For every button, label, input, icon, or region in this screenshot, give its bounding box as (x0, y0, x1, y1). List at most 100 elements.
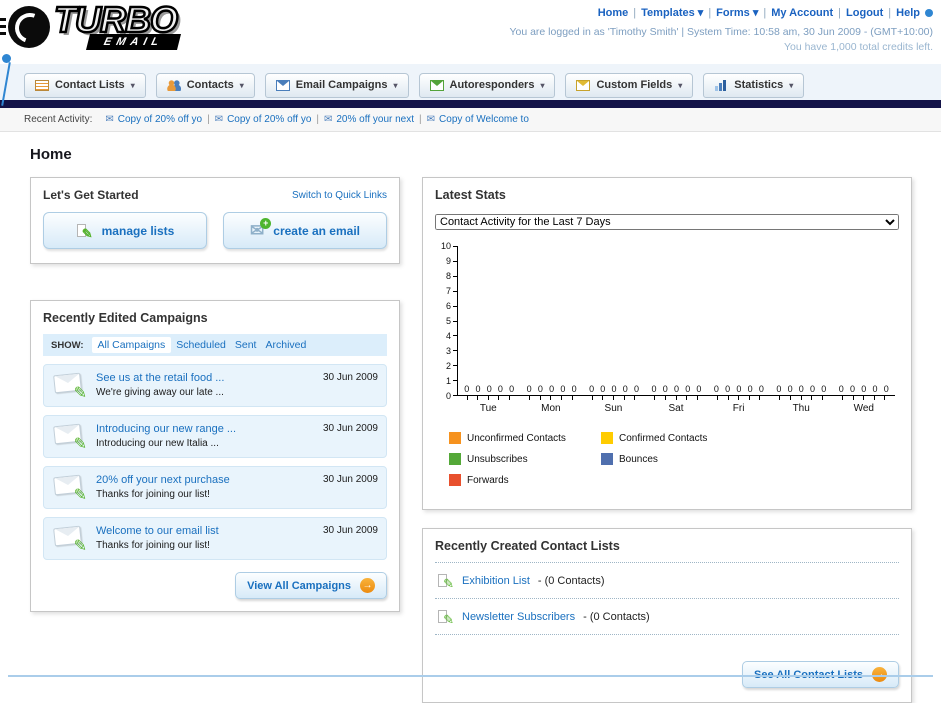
nav-tab-contact-lists[interactable]: Contact Lists ▾ (24, 73, 146, 98)
bar-value-label: 0 (589, 384, 595, 394)
filter-scheduled[interactable]: Scheduled (176, 339, 226, 351)
top-nav: Home | Templates ▾ | Forms ▾ | My Account | Logo… (509, 6, 933, 19)
legend-item: Bounces (601, 453, 753, 465)
recent-activity-item[interactable]: ✉ Copy of 20% off yo (105, 114, 202, 125)
bar-value-label: 0 (475, 384, 481, 394)
recent-activity-link[interactable]: Copy of 20% off yo (227, 114, 311, 125)
y-axis-tick-label: 10 (440, 241, 451, 251)
x-axis-tick (842, 396, 844, 400)
separator: | (207, 114, 210, 125)
bar-value-label: 0 (883, 384, 889, 394)
y-axis-tick-label: 2 (445, 361, 451, 371)
campaign-title-link[interactable]: See us at the retail food ... (96, 372, 315, 384)
contact-lists-icon (35, 79, 49, 91)
separator: | (838, 7, 842, 19)
top-link-help[interactable]: Help (896, 7, 920, 19)
bar-value-label: 0 (758, 384, 764, 394)
campaign-filters: All Campaigns Scheduled Sent Archived (91, 337, 316, 353)
x-axis-tick (529, 396, 531, 400)
create-an-email-button[interactable]: ✉ + create an email (223, 212, 387, 249)
bar-value-label: 0 (849, 384, 855, 394)
turbo-swoosh-icon (0, 6, 50, 48)
bar-value-label: 0 (509, 384, 515, 394)
stats-filter-select[interactable]: Contact Activity for the Last 7 Days (435, 214, 899, 230)
button-label: manage lists (101, 223, 175, 238)
campaign-item[interactable]: ✎ See us at the retail food ... We're givi… (43, 364, 387, 407)
x-axis-tick (664, 396, 666, 400)
stats-icon (714, 79, 729, 91)
contact-list-item[interactable]: ✎ Exhibition List - (0 Contacts) (435, 563, 899, 599)
campaign-list: ✎ See us at the retail food ... We're givi… (43, 364, 387, 560)
campaign-item[interactable]: ✎ Introducing our new range ... Introducin… (43, 415, 387, 458)
separator: | (419, 114, 422, 125)
nav-tab-contacts[interactable]: Contacts ▾ (155, 73, 255, 98)
view-all-campaigns-button[interactable]: View All Campaigns → (235, 572, 387, 599)
recent-activity-link[interactable]: Copy of Welcome to (439, 114, 529, 125)
legend-swatch (601, 432, 613, 444)
recent-activity-item[interactable]: ✉ Copy of Welcome to (427, 114, 529, 125)
logo: TURBO EMAIL (0, 0, 182, 50)
button-label: create an email (273, 223, 360, 238)
recent-activity-item[interactable]: ✉ Copy of 20% off yo (215, 114, 312, 125)
contact-list-link[interactable]: Exhibition List (462, 575, 530, 587)
bar-group: 00000 (520, 384, 582, 394)
contact-list-link[interactable]: Newsletter Subscribers (462, 611, 575, 623)
x-axis-tick (852, 396, 854, 400)
recent-activity-link[interactable]: Copy of 20% off yo (118, 114, 202, 125)
x-axis-label: Sun (604, 403, 623, 414)
nav-tab-custom-fields[interactable]: Custom Fields ▾ (565, 73, 694, 98)
x-axis-tick (727, 396, 729, 400)
y-axis-tick-label: 3 (445, 346, 451, 356)
nav-tab-autoresponders[interactable]: Autoresponders ▾ (418, 73, 556, 98)
bar-value-label: 0 (486, 384, 492, 394)
envelope-pencil-icon: ✎ (52, 423, 88, 453)
x-axis-label: Mon (541, 403, 561, 414)
top-link-logout[interactable]: Logout (846, 7, 883, 19)
legend-label: Confirmed Contacts (619, 432, 708, 444)
campaign-item[interactable]: ✎ 20% off your next purchase Thanks for jo… (43, 466, 387, 509)
switch-quick-links-link[interactable]: Switch to Quick Links (292, 190, 387, 201)
contact-list-count: - (0 Contacts) (537, 574, 605, 587)
bar-group: 00000 (708, 384, 770, 394)
x-axis-tick (863, 396, 865, 400)
y-axis-tick (453, 365, 458, 367)
contact-list-item[interactable]: ✎ Newsletter Subscribers - (0 Contacts) (435, 599, 899, 635)
bar-value-label: 0 (838, 384, 844, 394)
campaign-subtitle: We're giving away our late ... (96, 387, 224, 398)
manage-lists-button[interactable]: ✎ manage lists (43, 212, 207, 249)
recent-activity-item[interactable]: ✉ 20% off your next (324, 114, 414, 125)
x-axis-tick (634, 396, 636, 400)
y-axis-tick (453, 335, 458, 337)
y-axis-tick (453, 246, 458, 247)
bar-value-label: 0 (651, 384, 657, 394)
top-link-my-account[interactable]: My Account (771, 7, 833, 19)
x-axis-tick (800, 396, 802, 400)
y-axis-tick-label: 7 (445, 286, 451, 296)
campaign-title-link[interactable]: 20% off your next purchase (96, 474, 315, 486)
campaign-title-link[interactable]: Welcome to our email list (96, 525, 315, 537)
nav-tab-email-campaigns[interactable]: Email Campaigns ▾ (264, 73, 409, 98)
recent-activity-label: Recent Activity: (24, 114, 93, 125)
recent-activity-link[interactable]: 20% off your next (336, 114, 414, 125)
campaign-title-link[interactable]: Introducing our new range ... (96, 423, 315, 435)
filter-archived[interactable]: Archived (265, 339, 306, 351)
top-link-home[interactable]: Home (598, 7, 629, 19)
arrow-right-icon: → (360, 578, 375, 593)
x-axis-tick (623, 396, 625, 400)
bar-value-label: 0 (526, 384, 532, 394)
x-axis-label: Thu (792, 403, 810, 414)
bar-value-label: 0 (549, 384, 555, 394)
header-right: Home | Templates ▾ | Forms ▾ | My Account | Logo… (509, 6, 933, 53)
filter-all-campaigns[interactable]: All Campaigns (91, 337, 172, 353)
filter-sent[interactable]: Sent (235, 339, 257, 351)
bar-group: 00000 (645, 384, 707, 394)
campaign-item[interactable]: ✎ Welcome to our email list Thanks for joi… (43, 517, 387, 560)
bar-group: 00000 (458, 384, 520, 394)
top-link-templates[interactable]: Templates ▾ (641, 7, 703, 19)
campaigns-filter-bar: SHOW: All Campaigns Scheduled Sent Archived (43, 334, 387, 356)
legend-item: Forwards (449, 474, 601, 486)
login-info: You are logged in as 'Timothy Smith' | S… (509, 26, 933, 38)
top-link-forms[interactable]: Forms ▾ (716, 7, 758, 19)
nav-tab-statistics[interactable]: Statistics ▾ (703, 73, 805, 98)
legend-swatch (449, 453, 461, 465)
